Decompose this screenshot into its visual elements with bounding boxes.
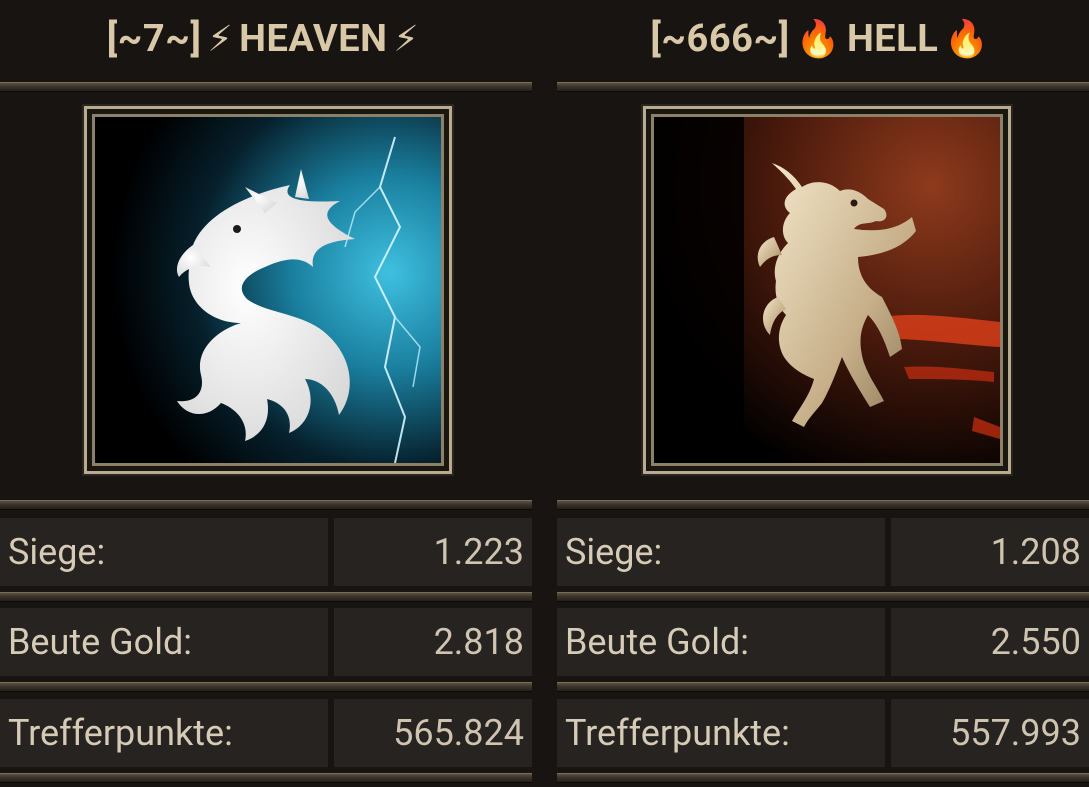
stat-row-siege: Siege: 1.208 (557, 518, 1089, 586)
team-title: [~7~] ⚡ HEAVEN ⚡ (0, 0, 532, 78)
stat-row-siege: Siege: 1.223 (0, 518, 532, 586)
divider (557, 592, 1089, 602)
team-name: HELL (846, 17, 939, 61)
divider (0, 82, 532, 92)
stat-value: 1.208 (891, 518, 1089, 586)
stat-row-trefferpunkte: Trefferpunkte: 565.824 (0, 699, 532, 767)
divider (557, 773, 1089, 783)
team-emblem-frame (84, 106, 452, 474)
stat-value: 557.993 (891, 699, 1089, 767)
stat-value: 2.818 (334, 608, 532, 676)
team-panel-heaven: [~7~] ⚡ HEAVEN ⚡ Siege: 1.223 Beute Gold… (0, 0, 532, 787)
lightning-icon: ⚡ (207, 18, 234, 60)
team-tag: [~666~] (650, 17, 790, 61)
stat-label: Siege: (557, 518, 885, 586)
stat-row-beute-gold: Beute Gold: 2.550 (557, 608, 1089, 676)
divider (0, 500, 532, 510)
divider (0, 773, 532, 783)
team-tag: [~7~] (106, 17, 202, 61)
stat-label: Beute Gold: (557, 608, 885, 676)
divider (557, 82, 1089, 92)
team-title: [~666~] 🔥 HELL 🔥 (557, 0, 1089, 78)
divider (0, 592, 532, 602)
lightning-icon: ⚡ (393, 18, 420, 60)
fire-icon: 🔥 (944, 18, 990, 60)
stat-value: 1.223 (334, 518, 532, 586)
stat-label: Siege: (0, 518, 328, 586)
stat-row-beute-gold: Beute Gold: 2.818 (0, 608, 532, 676)
beast-emblem-icon (654, 117, 1000, 463)
stat-value: 2.550 (891, 608, 1089, 676)
stat-label: Beute Gold: (0, 608, 328, 676)
fire-icon: 🔥 (795, 18, 841, 60)
team-name: HEAVEN (239, 17, 388, 61)
team-panel-hell: [~666~] 🔥 HELL 🔥 Siege: 1.208 Beute Gold… (557, 0, 1089, 787)
team-emblem-frame (643, 106, 1011, 474)
stat-row-trefferpunkte: Trefferpunkte: 557.993 (557, 699, 1089, 767)
divider (557, 500, 1089, 510)
stat-value: 565.824 (334, 699, 532, 767)
stat-label: Trefferpunkte: (0, 699, 328, 767)
dragon-emblem-icon (95, 117, 441, 463)
divider (0, 682, 532, 692)
divider (557, 682, 1089, 692)
stat-label: Trefferpunkte: (557, 699, 885, 767)
